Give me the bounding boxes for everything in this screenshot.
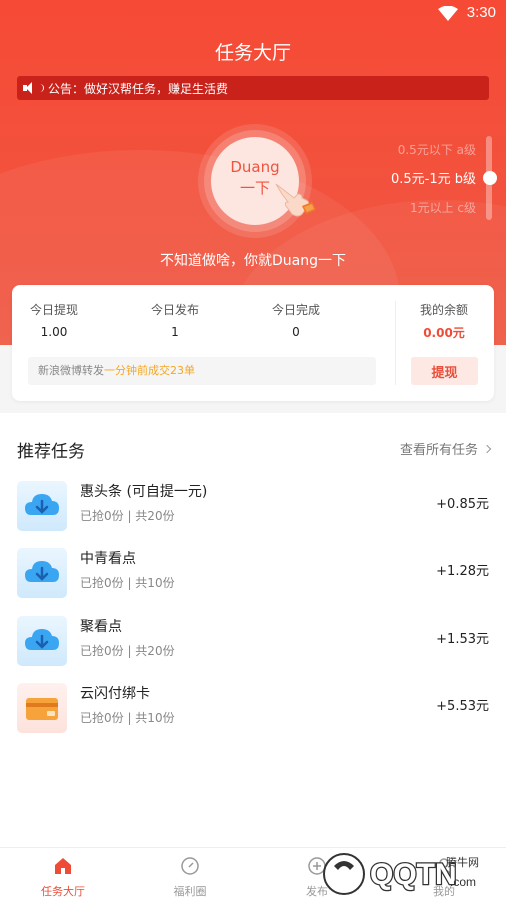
task-item[interactable]: 中青看点 已抢0份 | 共10份 +1.28元 <box>0 544 506 600</box>
recommended-section: 推荐任务 查看所有任务 惠头条 (可自提一元) 已抢0份 | 共20份 +0.8… <box>0 413 506 847</box>
card-icon <box>17 683 67 733</box>
task-name: 惠头条 (可自提一元) <box>80 484 208 500</box>
deal-ticker: 新浪微博转发一分钟前成交23单 <box>28 357 376 385</box>
compass-icon <box>181 857 199 875</box>
watermark-domain: .com <box>450 875 476 889</box>
stat-today-complete: 今日完成 0 <box>256 301 336 339</box>
speaker-icon <box>23 82 37 94</box>
task-meta: 已抢0份 | 共10份 <box>80 711 175 725</box>
task-meta: 已抢0份 | 共20份 <box>80 509 175 523</box>
task-name: 云闪付绑卡 <box>80 686 150 702</box>
status-bar: 3:30 <box>0 0 506 28</box>
level-slider-thumb[interactable] <box>483 171 497 185</box>
notice-text: 公告：做好汉帮任务，赚足生活费 <box>48 81 229 96</box>
stat-label: 今日发布 <box>150 303 199 317</box>
tab-label: 任务大厅 <box>41 885 85 898</box>
my-balance: 我的余额 0.00元 <box>404 301 484 341</box>
task-name: 中青看点 <box>80 551 136 567</box>
svg-text:QQTN: QQTN <box>370 858 457 891</box>
stat-label: 今日完成 <box>271 303 320 317</box>
pointing-hand-icon <box>275 183 316 217</box>
level-option-a[interactable]: 0.5元以下 a级 <box>391 142 476 171</box>
wifi-icon <box>438 6 458 21</box>
tab-welfare[interactable]: 福利圈 <box>145 856 235 899</box>
section-title: 推荐任务 <box>17 442 85 462</box>
view-all-label: 查看所有任务 <box>399 443 478 458</box>
notice-bar[interactable]: 公告：做好汉帮任务，赚足生活费 <box>17 76 489 100</box>
task-reward: +1.53元 <box>436 632 489 647</box>
duang-label-line1: Duang <box>230 158 280 176</box>
level-option-b[interactable]: 0.5元-1元 b级 <box>391 171 476 200</box>
stat-value: 1.00 <box>40 325 68 339</box>
task-item[interactable]: 云闪付绑卡 已抢0份 | 共10份 +5.53元 <box>0 679 506 735</box>
tab-label: 福利圈 <box>173 885 207 898</box>
view-all-tasks-link[interactable]: 查看所有任务 <box>399 439 492 458</box>
level-list: 0.5元以下 a级 0.5元-1元 b级 1元以上 c级 <box>391 142 476 229</box>
duang-tagline: 不知道做啥，你就Duang一下 <box>160 253 346 269</box>
svg-text:腾牛网: 腾牛网 <box>446 855 479 869</box>
level-option-c[interactable]: 1元以上 c级 <box>391 200 476 229</box>
stat-value: 0 <box>292 325 300 339</box>
task-reward: +1.28元 <box>436 564 489 579</box>
ticker-highlight: 一分钟前成交23单 <box>104 364 195 377</box>
task-item[interactable]: 惠头条 (可自提一元) 已抢0份 | 共20份 +0.85元 <box>0 477 506 533</box>
cloud-download-icon <box>17 481 67 531</box>
stat-today-withdraw: 今日提现 1.00 <box>14 301 94 339</box>
stat-value: 1 <box>171 325 179 339</box>
task-meta: 已抢0份 | 共10份 <box>80 576 175 590</box>
task-item[interactable]: 聚看点 已抢0份 | 共20份 +1.53元 <box>0 612 506 668</box>
balance-value: 0.00元 <box>423 326 465 340</box>
qqtn-watermark: QQTN .com 腾牛网 <box>323 853 479 895</box>
speaker-wave-icon <box>39 84 44 92</box>
task-reward: +0.85元 <box>436 497 489 512</box>
balance-label: 我的余额 <box>419 303 468 317</box>
page-title: 任务大厅 <box>214 42 291 64</box>
stat-today-publish: 今日发布 1 <box>135 301 215 339</box>
tab-task-hall[interactable]: 任务大厅 <box>18 856 108 899</box>
task-reward: +5.53元 <box>436 699 489 714</box>
home-icon <box>55 858 71 874</box>
ticker-prefix: 新浪微博转发 <box>38 364 104 377</box>
withdraw-button[interactable]: 提现 <box>411 357 478 385</box>
status-time: 3:30 <box>466 4 496 21</box>
cloud-download-icon <box>17 548 67 598</box>
stats-card: 今日提现 1.00 今日发布 1 今日完成 0 我的余额 0.00元 新浪微博转… <box>12 285 494 401</box>
task-name: 聚看点 <box>80 619 122 635</box>
stat-label: 今日提现 <box>29 303 78 317</box>
chevron-right-icon <box>482 444 492 453</box>
divider <box>395 301 396 385</box>
task-meta: 已抢0份 | 共20份 <box>80 644 175 658</box>
cloud-download-icon <box>17 616 67 666</box>
